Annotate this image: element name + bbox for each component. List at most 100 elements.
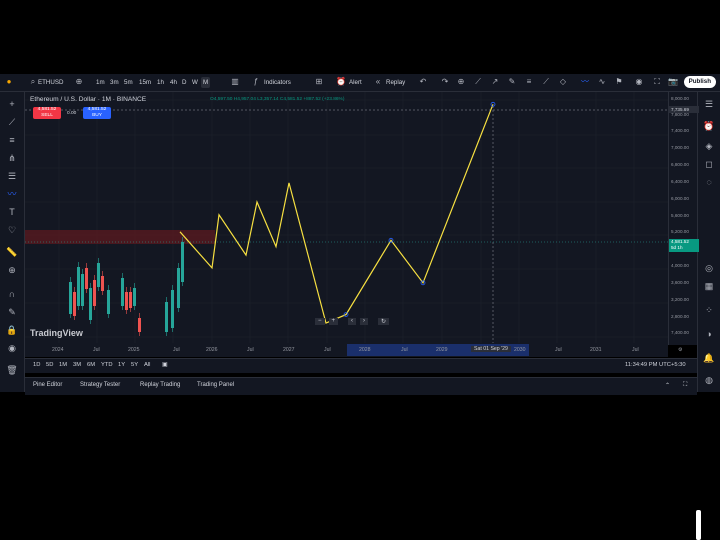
- range-5d[interactable]: 5D: [46, 362, 53, 368]
- range-1y[interactable]: 1Y: [118, 362, 125, 368]
- add-symbol-icon[interactable]: ⊕: [74, 77, 84, 87]
- settings-gear-icon[interactable]: ⚙: [678, 347, 683, 353]
- heart-icon[interactable]: ♡: [6, 224, 18, 236]
- layers-icon[interactable]: ◈: [703, 140, 715, 152]
- zoom-out-button[interactable]: −: [315, 318, 325, 325]
- interval-w[interactable]: W: [192, 77, 198, 88]
- chart-type-icon[interactable]: ▥: [230, 77, 240, 87]
- search-icon[interactable]: ⌕: [28, 77, 38, 87]
- redo-icon[interactable]: ↷: [440, 77, 450, 87]
- interval-1h[interactable]: 1h: [157, 77, 164, 88]
- price-label: 5,200.00: [671, 229, 689, 234]
- tab-strategy-tester[interactable]: Strategy Tester: [80, 382, 120, 388]
- measure-tool-icon[interactable]: ⟋: [541, 77, 551, 87]
- alert-icon[interactable]: ⏰: [336, 77, 346, 87]
- lock-icon[interactable]: 🔒: [6, 324, 18, 336]
- interval-3m[interactable]: 3m: [110, 77, 119, 88]
- layout-icon[interactable]: ⊞: [314, 77, 324, 87]
- interval-d[interactable]: D: [182, 77, 186, 88]
- path-tool-icon[interactable]: ∿: [597, 77, 607, 87]
- ideas-icon[interactable]: ◌: [703, 176, 715, 188]
- range-5y[interactable]: 5Y: [131, 362, 138, 368]
- interval-m[interactable]: M: [201, 77, 211, 88]
- indicators-icon[interactable]: ƒ: [251, 77, 261, 87]
- buy-button[interactable]: 4,581.52 BUY: [83, 107, 111, 119]
- symbol-title[interactable]: Ethereum / U.S. Dollar · 1M · BINANCE: [30, 96, 146, 103]
- hotlist-icon[interactable]: ◎: [703, 262, 715, 274]
- publish-button[interactable]: Publish: [683, 76, 716, 88]
- spread-value: 0.00: [67, 111, 77, 116]
- ruler-icon[interactable]: 📏: [6, 246, 18, 258]
- apps-grid-icon[interactable]: ⁘: [703, 304, 715, 316]
- scroll-left-button[interactable]: ‹: [348, 318, 357, 325]
- watchlist-icon[interactable]: ☰: [703, 98, 715, 110]
- visibility-icon[interactable]: ◉: [6, 342, 18, 354]
- user-avatar-icon[interactable]: ●: [4, 77, 14, 87]
- crosshair-icon[interactable]: +: [6, 98, 18, 110]
- shape-tool-icon[interactable]: ◇: [558, 77, 568, 87]
- magnet-icon[interactable]: ∩: [6, 288, 18, 300]
- scroll-right-button[interactable]: ›: [360, 318, 369, 325]
- trendline-icon[interactable]: ⟋: [6, 116, 18, 128]
- alerts-panel-icon[interactable]: ⏰: [703, 120, 715, 132]
- text-tool-icon[interactable]: T: [6, 206, 18, 218]
- trash-icon[interactable]: 🗑: [6, 364, 18, 376]
- notifications-icon[interactable]: 🔔: [703, 352, 715, 364]
- camera-icon[interactable]: 📷: [668, 77, 678, 87]
- range-6m[interactable]: 6M: [87, 362, 95, 368]
- indicators-button[interactable]: Indicators: [264, 77, 291, 88]
- maximize-icon[interactable]: ⛶: [683, 382, 687, 389]
- interval-1m[interactable]: 1m: [96, 77, 105, 88]
- reset-chart-button[interactable]: ↻: [378, 318, 390, 325]
- pattern-tool-icon[interactable]: 〰: [580, 77, 590, 87]
- fullscreen-icon[interactable]: ⛶: [652, 77, 662, 87]
- alert-button[interactable]: Alert: [349, 77, 362, 88]
- brush-tool-icon[interactable]: ✎: [507, 77, 517, 87]
- ray-tool-icon[interactable]: ↗: [490, 77, 500, 87]
- fib-tool-icon[interactable]: ≡: [524, 77, 534, 87]
- symbol-search-label[interactable]: ETHUSD: [38, 77, 63, 88]
- zoom-in-button[interactable]: +: [328, 318, 339, 325]
- pattern-icon[interactable]: 〰: [6, 188, 18, 200]
- range-1m[interactable]: 1M: [59, 362, 67, 368]
- calendar-icon[interactable]: ▦: [703, 280, 715, 292]
- eye-icon[interactable]: ◉: [634, 77, 644, 87]
- tab-pine-editor[interactable]: Pine Editor: [33, 382, 62, 388]
- zoom-in-icon[interactable]: ⊕: [6, 264, 18, 276]
- range-all[interactable]: All: [144, 362, 150, 368]
- replay-button[interactable]: Replay: [386, 77, 405, 88]
- goto-date-icon[interactable]: ▣: [162, 362, 167, 368]
- right-widget-bar: ☰ ⏰ ◈ ◻ ◌ ◎ ▦ ⁘ ◑ 🔔 ◍: [697, 92, 720, 392]
- chevron-up-icon[interactable]: ⌃: [665, 382, 670, 389]
- range-3m[interactable]: 3M: [73, 362, 81, 368]
- scrollbar-thumb[interactable]: [696, 510, 701, 540]
- interval-4h[interactable]: 4h: [170, 77, 177, 88]
- crosshair-price-marker: 7,735.69: [669, 106, 699, 113]
- ohlc-values: O4,597.50 H4,957.04 L3,357.14 C4,581.52 …: [210, 97, 345, 102]
- price-scale[interactable]: 8,000.00 7,800.00 7,400.00 7,000.00 6,80…: [668, 92, 699, 345]
- undo-icon[interactable]: ↶: [418, 77, 428, 87]
- crosshair-tool-icon[interactable]: ⊕: [456, 77, 466, 87]
- sell-button[interactable]: 4,581.52 SELL: [33, 107, 61, 119]
- time-label: Jul: [173, 347, 180, 353]
- chart-canvas[interactable]: [25, 92, 668, 345]
- time-axis[interactable]: 2024 Jul 2025 Jul 2026 Jul 2027 Jul 2028…: [25, 343, 683, 357]
- tab-trading-panel[interactable]: Trading Panel: [197, 382, 234, 388]
- support-icon[interactable]: ◍: [703, 374, 715, 386]
- pitchfork-icon[interactable]: ⋔: [6, 152, 18, 164]
- tab-replay-trading[interactable]: Replay Trading: [140, 382, 180, 388]
- range-ytd[interactable]: YTD: [101, 362, 113, 368]
- replay-icon[interactable]: «: [373, 77, 383, 87]
- interval-15m[interactable]: 15m: [139, 77, 151, 88]
- horizontal-lines-icon[interactable]: ≡: [6, 134, 18, 146]
- trendline-tool-icon[interactable]: ⟋: [473, 77, 483, 87]
- clock-display[interactable]: 11:34:49 PM UTC+5:30: [625, 362, 686, 368]
- flag-icon[interactable]: ⚑: [614, 77, 624, 87]
- lock-pen-icon[interactable]: ✎: [6, 306, 18, 318]
- fib-retracement-icon[interactable]: ☰: [6, 170, 18, 182]
- interval-5m[interactable]: 5m: [124, 77, 133, 88]
- chart-pane[interactable]: 4,581.52 SELL 0.00 4,581.52 BUY − + ‹ › …: [25, 92, 668, 345]
- chat-icon[interactable]: ◻: [703, 158, 715, 170]
- help-icon[interactable]: ◑: [703, 328, 715, 340]
- range-1d[interactable]: 1D: [33, 362, 40, 368]
